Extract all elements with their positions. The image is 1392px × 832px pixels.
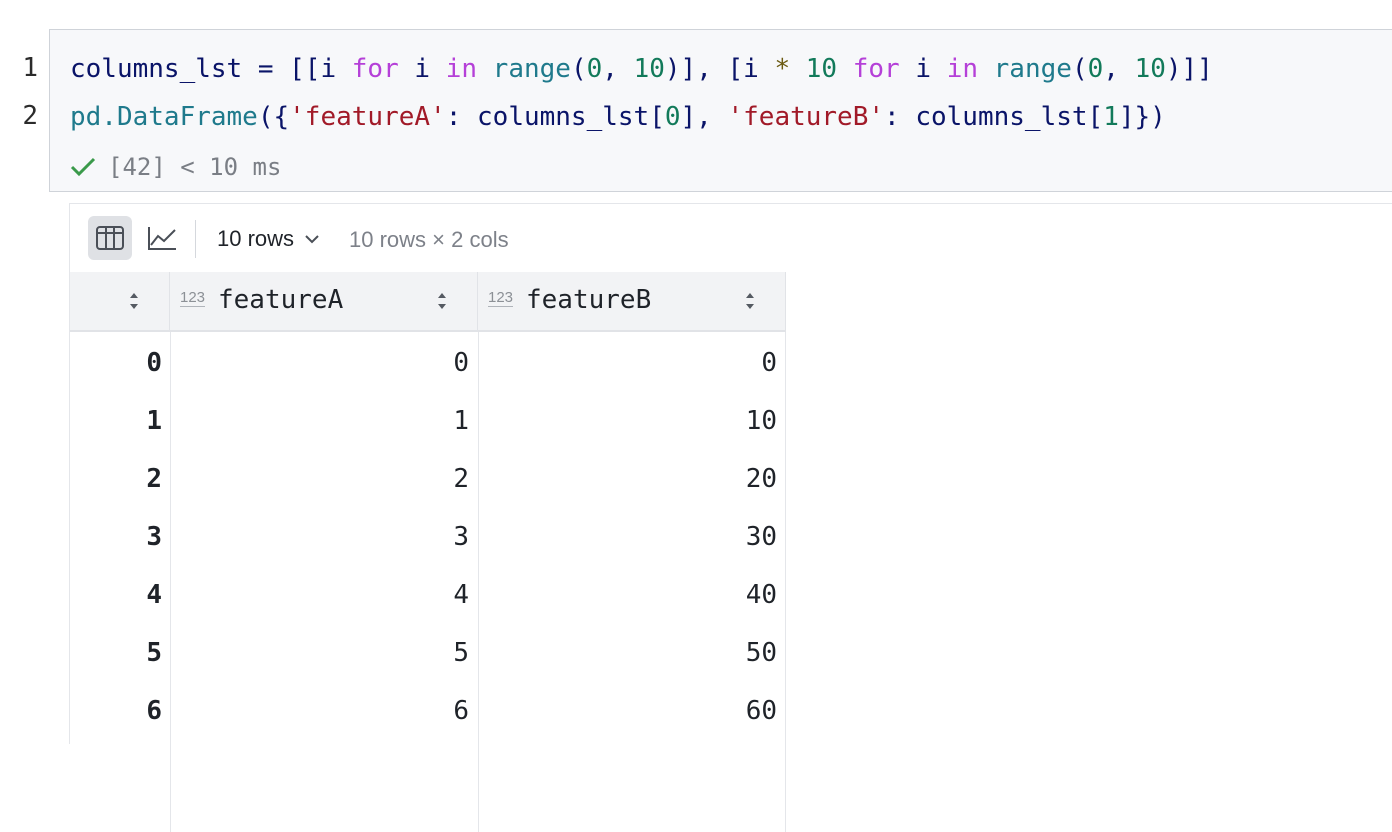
code-line-2[interactable]: pd.DataFrame({'featureA': columns_lst[0]… bbox=[70, 100, 1166, 134]
cell-featureB[interactable]: 60 bbox=[478, 682, 777, 740]
cell-featureA[interactable]: 1 bbox=[170, 392, 469, 450]
code-token: ( bbox=[570, 54, 587, 84]
cell-output: 10 rows 10 rows × 2 cols 123 featureA 12… bbox=[69, 203, 1392, 832]
row-index: 2 bbox=[146, 464, 162, 494]
cell-featureA[interactable]: 5 bbox=[170, 624, 469, 682]
row-index: 4 bbox=[146, 580, 162, 610]
table-view-button[interactable] bbox=[88, 216, 132, 260]
column-header-label: featureA bbox=[218, 285, 344, 315]
numeric-type-icon: 123 bbox=[180, 289, 206, 307]
code-token: )], [i bbox=[664, 54, 775, 84]
row-index: 6 bbox=[146, 696, 162, 726]
toolbar-divider bbox=[195, 220, 196, 258]
number-token: 0 bbox=[586, 54, 603, 84]
line-number-1: 1 bbox=[22, 53, 38, 83]
keyword-token: for bbox=[351, 54, 399, 84]
number-token: 0 bbox=[1087, 54, 1104, 84]
cell-featureB[interactable]: 20 bbox=[478, 450, 777, 508]
cell-featureA[interactable]: 0 bbox=[170, 334, 469, 392]
row-index: 5 bbox=[146, 638, 162, 668]
column-header-featureA[interactable]: 123 featureA bbox=[170, 272, 478, 332]
code-line-1[interactable]: columns_lst = [[i for i in range(0, 10)]… bbox=[70, 52, 1213, 86]
row-index: 1 bbox=[146, 406, 162, 436]
column-divider bbox=[785, 332, 786, 832]
code-cell[interactable]: columns_lst = [[i for i in range(0, 10)]… bbox=[49, 29, 1392, 192]
row-index: 0 bbox=[146, 348, 162, 378]
line-number-2: 2 bbox=[22, 101, 38, 131]
table-shape-label: 10 rows × 2 cols bbox=[349, 227, 509, 252]
string-token: 'featureA' bbox=[289, 102, 446, 132]
column-header-label: featureB bbox=[526, 285, 652, 315]
code-token: : columns_lst[ bbox=[445, 102, 665, 132]
keyword-token: in bbox=[946, 54, 978, 84]
code-token: , bbox=[1103, 54, 1135, 84]
function-token: range bbox=[993, 54, 1072, 84]
number-token: 10 bbox=[633, 54, 665, 84]
code-token: ({ bbox=[257, 102, 290, 132]
execution-count-label: [42] < 10 ms bbox=[108, 153, 282, 181]
row-index: 3 bbox=[146, 522, 162, 552]
checkmark-icon bbox=[70, 157, 96, 177]
cell-featureB[interactable]: 30 bbox=[478, 508, 777, 566]
sort-icon[interactable] bbox=[128, 290, 140, 312]
number-token: 10 bbox=[805, 54, 838, 84]
function-token: pd.DataFrame bbox=[70, 102, 258, 132]
cell-featureB[interactable]: 0 bbox=[478, 334, 777, 392]
keyword-token: for bbox=[852, 54, 900, 84]
rows-dropdown-label: 10 rows bbox=[217, 226, 295, 251]
code-token: : columns_lst[ bbox=[884, 102, 1104, 132]
code-token: , bbox=[602, 54, 634, 84]
cell-featureA[interactable]: 3 bbox=[170, 508, 469, 566]
sort-icon[interactable] bbox=[436, 290, 448, 312]
table-icon bbox=[96, 226, 124, 250]
number-token: 10 bbox=[1134, 54, 1166, 84]
operator-token: * bbox=[774, 54, 791, 84]
chevron-down-icon bbox=[305, 235, 319, 244]
cell-featureA[interactable]: 2 bbox=[170, 450, 469, 508]
rows-dropdown[interactable]: 10 rows bbox=[217, 226, 320, 252]
cell-featureA[interactable]: 6 bbox=[170, 682, 469, 740]
code-token: columns_lst = [[i bbox=[70, 54, 352, 84]
code-token: )]] bbox=[1165, 54, 1213, 84]
cell-featureB[interactable]: 10 bbox=[478, 392, 777, 450]
index-column-header[interactable] bbox=[70, 272, 170, 332]
function-token: range bbox=[492, 54, 571, 84]
keyword-token: in bbox=[445, 54, 478, 84]
cell-featureB[interactable]: 50 bbox=[478, 624, 777, 682]
code-token: i bbox=[899, 54, 947, 84]
code-token: ( bbox=[1071, 54, 1088, 84]
code-token: ]}) bbox=[1118, 102, 1166, 132]
string-token: 'featureB' bbox=[727, 102, 885, 132]
code-token: i bbox=[398, 54, 446, 84]
numeric-type-icon: 123 bbox=[488, 289, 514, 307]
sort-icon[interactable] bbox=[744, 290, 756, 312]
line-chart-icon bbox=[148, 227, 176, 250]
cell-featureA[interactable]: 4 bbox=[170, 566, 469, 624]
output-toolbar: 10 rows 10 rows × 2 cols bbox=[70, 204, 1392, 272]
number-token: 1 bbox=[1103, 102, 1119, 132]
cell-featureB[interactable]: 40 bbox=[478, 566, 777, 624]
column-header-featureB[interactable]: 123 featureB bbox=[478, 272, 786, 332]
number-token: 0 bbox=[664, 102, 681, 132]
chart-view-button[interactable] bbox=[140, 216, 184, 260]
code-token: ], bbox=[680, 102, 728, 132]
execution-status: [42] < 10 ms bbox=[70, 152, 281, 182]
